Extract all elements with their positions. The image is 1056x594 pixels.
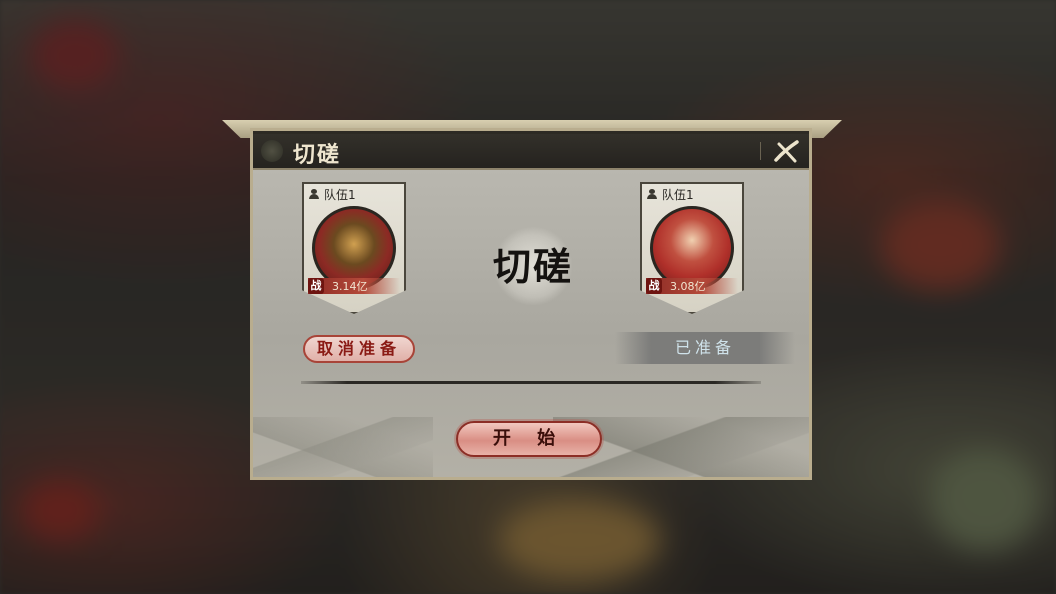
power-value: 3.14亿 (332, 280, 368, 293)
dialog-content: 队伍1 战 3.14亿 队伍1 战 3.08亿 切磋 取消准备 已准备 开 始 (253, 170, 809, 477)
close-x-icon-svg (774, 140, 799, 163)
cancel-ready-button[interactable]: 取消准备 (303, 335, 415, 363)
power-bar: 战 3.08亿 (646, 278, 738, 294)
center-calligraphy: 切磋 (492, 244, 573, 289)
cloud-emblem-icon (261, 140, 283, 162)
team-card-right: 队伍1 战 3.08亿 (640, 182, 744, 322)
dialog-header: 切磋 (253, 134, 809, 170)
spar-dialog: 切磋 队伍1 战 3.14亿 队伍1 战 3.08亿 切磋 取消准备 已准备 开… (222, 110, 842, 482)
team-label: 队伍1 (324, 187, 356, 202)
power-badge: 战 (308, 278, 324, 294)
close-x-icon[interactable] (771, 136, 801, 166)
versus-emblem: 切磋 (453, 226, 613, 306)
team-label: 队伍1 (662, 187, 694, 202)
dialog-title: 切磋 (293, 142, 342, 168)
team-user-icon (308, 189, 320, 199)
team-label-row: 队伍1 (646, 186, 694, 202)
brush-divider (301, 381, 761, 384)
ink-mountains-left (253, 417, 433, 477)
power-bar: 战 3.14亿 (308, 278, 400, 294)
power-value: 3.08亿 (670, 280, 706, 293)
ready-status-label: 已准备 (615, 332, 795, 364)
team-card-left: 队伍1 战 3.14亿 (302, 182, 406, 322)
team-label-row: 队伍1 (308, 186, 356, 202)
team-user-icon (646, 189, 658, 199)
start-button[interactable]: 开 始 (456, 421, 602, 457)
header-divider (760, 142, 761, 160)
power-badge: 战 (646, 278, 662, 294)
